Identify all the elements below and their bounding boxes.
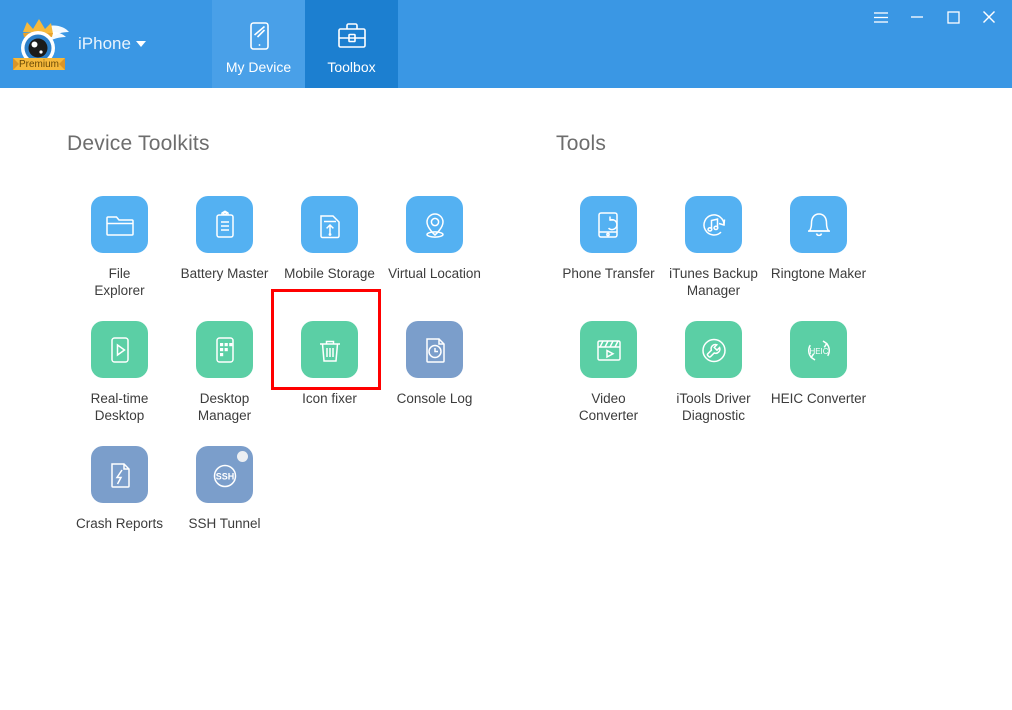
- tool-label: HEIC Converter: [771, 390, 866, 407]
- tool-label: Ringtone Maker: [771, 265, 866, 282]
- toolbox-icon: [334, 18, 370, 54]
- ssh-circle-icon: SSH: [196, 446, 253, 503]
- section-title-tools: Tools: [556, 132, 956, 156]
- tab-toolbox[interactable]: Toolbox: [305, 0, 398, 88]
- tool-label: Battery Master: [181, 265, 269, 282]
- svg-text:SSH: SSH: [215, 471, 234, 481]
- tab-my-device[interactable]: My Device: [212, 0, 305, 88]
- tool-crash-reports[interactable]: Crash Reports: [67, 446, 172, 532]
- hamburger-icon[interactable]: [872, 8, 890, 26]
- tool-itools-driver-diagnostic[interactable]: iTools Driver Diagnostic: [661, 321, 766, 424]
- phone-sync-icon: [580, 196, 637, 253]
- tool-ringtone-maker[interactable]: Ringtone Maker: [766, 196, 871, 299]
- tool-label: Video Converter: [579, 390, 638, 424]
- tool-desktop-manager[interactable]: Desktop Manager: [172, 321, 277, 424]
- header-tabs: My Device Toolbox: [212, 0, 398, 88]
- clipboard-icon: [196, 196, 253, 253]
- music-sync-icon: [685, 196, 742, 253]
- tool-phone-transfer[interactable]: Phone Transfer: [556, 196, 661, 299]
- svg-text:HEIC: HEIC: [809, 347, 828, 356]
- folder-icon: [91, 196, 148, 253]
- app-header: Premium iPhone My Device: [0, 0, 1012, 88]
- tool-label: iTunes Backup Manager: [669, 265, 758, 299]
- device-toolkits-grid: File Explorer Battery Master: [67, 196, 537, 554]
- trash-icon: [301, 321, 358, 378]
- tool-virtual-location[interactable]: Virtual Location: [382, 196, 487, 299]
- tool-real-time-desktop[interactable]: Real-time Desktop: [67, 321, 172, 424]
- bell-icon: [790, 196, 847, 253]
- tablet-icon: [241, 18, 277, 54]
- tool-itunes-backup-manager[interactable]: iTunes Backup Manager: [661, 196, 766, 299]
- maximize-icon[interactable]: [944, 8, 962, 26]
- tool-ssh-tunnel[interactable]: SSH SSH Tunnel: [172, 446, 277, 532]
- tool-icon-fixer[interactable]: Icon fixer: [277, 321, 382, 424]
- tool-video-converter[interactable]: Video Converter: [556, 321, 661, 424]
- chevron-down-icon: [136, 41, 146, 47]
- section-tools: Tools Phone Transfer: [556, 132, 956, 446]
- tool-label: File Explorer: [94, 265, 144, 299]
- tool-label: Desktop Manager: [198, 390, 251, 424]
- itools-eye-logo: Premium: [10, 12, 74, 76]
- map-pin-icon: [406, 196, 463, 253]
- tool-label: Icon fixer: [302, 390, 357, 407]
- clapperboard-icon: [580, 321, 637, 378]
- section-device-toolkits: Device Toolkits File Explorer: [67, 132, 537, 554]
- tool-label: Virtual Location: [388, 265, 481, 282]
- toolbox-content: Device Toolkits File Explorer: [0, 88, 1012, 710]
- tool-label: Crash Reports: [76, 515, 163, 532]
- tool-label: SSH Tunnel: [188, 515, 260, 532]
- tool-battery-master[interactable]: Battery Master: [172, 196, 277, 299]
- tool-file-explorer[interactable]: File Explorer: [67, 196, 172, 299]
- device-name-label: iPhone: [78, 34, 131, 54]
- play-screen-icon: [91, 321, 148, 378]
- tool-label: Real-time Desktop: [91, 390, 149, 424]
- tool-heic-converter[interactable]: HEIC HEIC Converter: [766, 321, 871, 424]
- tab-toolbox-label: Toolbox: [327, 60, 375, 74]
- usb-storage-icon: [301, 196, 358, 253]
- tool-label: Console Log: [397, 390, 473, 407]
- tool-label: Phone Transfer: [562, 265, 654, 282]
- tools-grid: Phone Transfer iTunes Backup Manager: [556, 196, 956, 446]
- heic-circle-icon: HEIC: [790, 321, 847, 378]
- tool-console-log[interactable]: Console Log: [382, 321, 487, 424]
- premium-badge-text: Premium: [19, 59, 59, 70]
- window-controls: [872, 0, 1006, 34]
- tool-label: Mobile Storage: [284, 265, 375, 282]
- tool-mobile-storage[interactable]: Mobile Storage: [277, 196, 382, 299]
- section-title-device-toolkits: Device Toolkits: [67, 132, 537, 156]
- device-selector[interactable]: iPhone: [78, 34, 146, 54]
- document-clock-icon: [406, 321, 463, 378]
- app-grid-icon: [196, 321, 253, 378]
- close-icon[interactable]: [980, 8, 998, 26]
- minimize-icon[interactable]: [908, 8, 926, 26]
- tab-my-device-label: My Device: [226, 60, 291, 74]
- tool-label: iTools Driver Diagnostic: [676, 390, 750, 424]
- document-bolt-icon: [91, 446, 148, 503]
- brand-area: Premium iPhone: [0, 0, 212, 88]
- wrench-circle-icon: [685, 321, 742, 378]
- ssh-status-badge: [237, 451, 248, 462]
